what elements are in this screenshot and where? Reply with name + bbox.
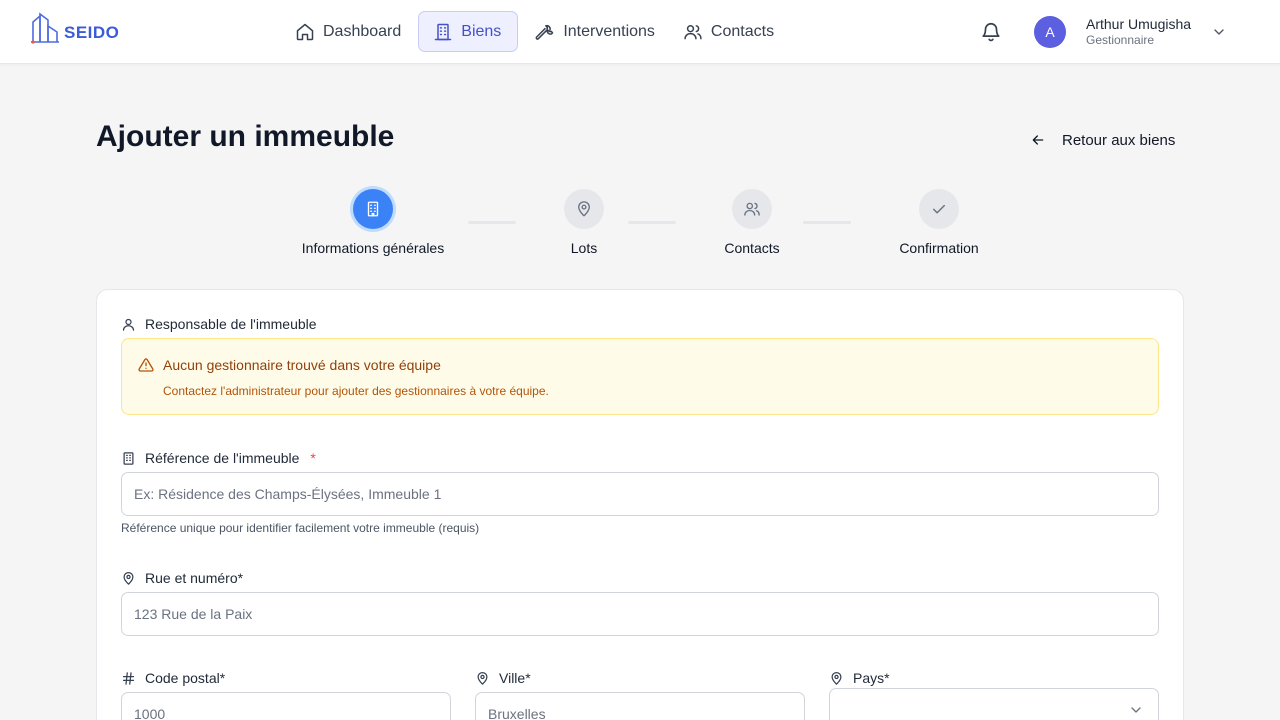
country-label-text: Pays* <box>853 670 890 686</box>
main-nav: Dashboard Biens Interventions Contacts <box>284 11 785 52</box>
reference-input[interactable] <box>121 472 1159 516</box>
alert-text: Contactez l'administrateur pour ajouter … <box>163 384 549 398</box>
step-label: Contacts <box>724 240 780 256</box>
street-label-text: Rue et numéro* <box>145 570 244 586</box>
seido-logo[interactable]: SEIDO <box>30 12 119 44</box>
logo-text: SEIDO <box>64 23 120 42</box>
user-role: Gestionnaire <box>1086 33 1155 47</box>
users-icon <box>684 24 702 39</box>
map-pin-icon <box>578 201 590 217</box>
step-circle <box>353 189 393 229</box>
map-pin-icon <box>477 671 488 685</box>
building-icon <box>367 201 379 217</box>
nav-label-biens: Biens <box>461 22 502 40</box>
street-label: Rue et numéro* <box>121 570 243 586</box>
reference-label: Référence de l'immeuble * <box>121 450 316 466</box>
postal-code-label: Code postal* <box>121 670 225 686</box>
step-circle <box>919 189 959 229</box>
step-circle <box>564 189 604 229</box>
country-label: Pays* <box>829 670 890 686</box>
map-pin-icon <box>831 671 842 685</box>
wrench-icon <box>535 24 554 40</box>
manager-label: Responsable de l'immeuble <box>121 316 317 332</box>
reference-label-text: Référence de l'immeuble <box>145 450 300 466</box>
city-label: Ville* <box>475 670 531 686</box>
page-title: Ajouter un immeuble <box>96 120 395 153</box>
step-circle <box>732 189 772 229</box>
manager-label-text: Responsable de l'immeuble <box>145 316 317 332</box>
nav-item-biens[interactable]: Biens <box>418 11 519 52</box>
alert-title: Aucun gestionnaire trouvé dans votre équ… <box>138 357 441 373</box>
nav-label-interventions: Interventions <box>563 22 655 40</box>
country-select[interactable] <box>829 688 1159 720</box>
city-input[interactable] <box>475 692 805 720</box>
user-icon <box>122 318 135 331</box>
step-lots[interactable]: Lots <box>554 189 614 256</box>
building-icon <box>123 451 134 465</box>
chevron-down-icon[interactable] <box>1211 24 1227 40</box>
no-manager-alert: Aucun gestionnaire trouvé dans votre équ… <box>121 338 1159 415</box>
back-link-label: Retour aux biens <box>1062 131 1176 149</box>
step-general-info[interactable]: Informations générales <box>302 189 444 256</box>
back-to-properties-link[interactable]: Retour aux biens <box>1030 129 1175 151</box>
hash-icon <box>122 671 135 685</box>
nav-item-contacts[interactable]: Contacts <box>672 11 785 52</box>
chevron-down-icon <box>1131 707 1141 713</box>
street-input[interactable] <box>121 592 1159 636</box>
home-icon <box>296 23 314 40</box>
alert-title-text: Aucun gestionnaire trouvé dans votre équ… <box>163 357 441 373</box>
nav-label-contacts: Contacts <box>710 22 775 40</box>
nav-item-dashboard[interactable]: Dashboard <box>284 11 412 52</box>
building-icon <box>435 23 452 40</box>
reference-helper: Référence unique pour identifier facilem… <box>121 521 480 535</box>
step-confirmation[interactable]: Confirmation <box>894 189 984 256</box>
check-icon <box>933 204 945 214</box>
postal-code-input[interactable] <box>121 692 451 720</box>
stepper-connector <box>468 221 516 224</box>
required-marker: * <box>310 450 316 466</box>
map-pin-icon <box>123 571 134 585</box>
logo-building-icon <box>31 12 59 44</box>
top-navigation-bar: SEIDO Dashboard Biens Interventions Cont… <box>0 0 1280 64</box>
step-contacts[interactable]: Contacts <box>712 189 792 256</box>
nav-label-dashboard: Dashboard <box>323 22 402 40</box>
users-icon <box>744 202 760 216</box>
postal-code-label-text: Code postal* <box>145 670 226 686</box>
step-label: Informations générales <box>301 240 445 256</box>
stepper-connector <box>803 221 851 224</box>
city-label-text: Ville* <box>499 670 531 686</box>
warning-icon <box>138 358 154 372</box>
avatar[interactable]: A <box>1034 16 1066 48</box>
nav-item-interventions[interactable]: Interventions <box>524 11 666 52</box>
bell-icon[interactable] <box>980 21 1002 43</box>
step-label: Lots <box>570 240 598 256</box>
stepper-connector <box>628 221 676 224</box>
user-name[interactable]: Arthur Umugisha <box>1086 16 1191 32</box>
arrow-left-icon <box>1032 135 1044 145</box>
step-label: Confirmation <box>899 240 979 256</box>
